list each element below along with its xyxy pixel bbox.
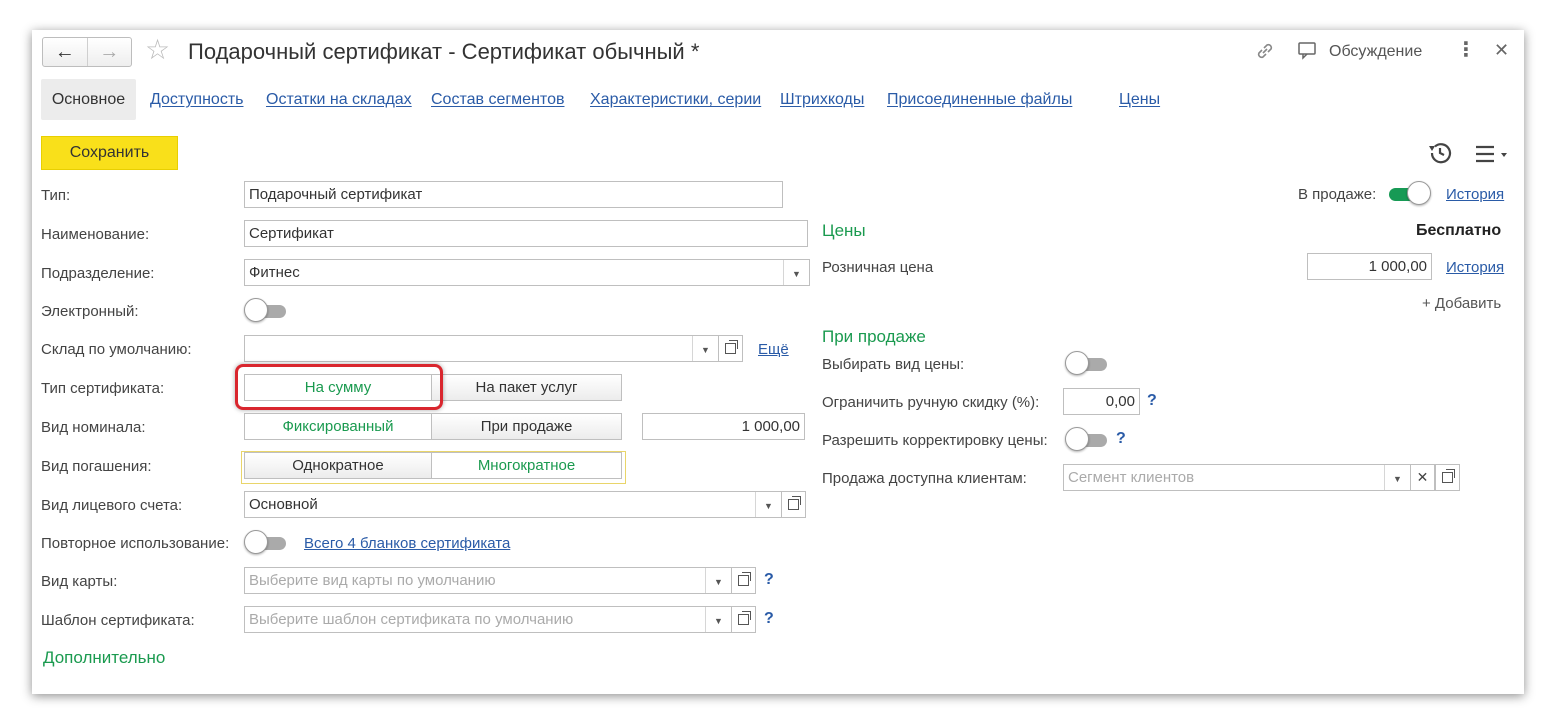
on-sale-history-link[interactable]: История xyxy=(1446,186,1504,203)
forward-arrow-icon[interactable]: → xyxy=(88,38,132,66)
division-label: Подразделение: xyxy=(41,265,155,282)
choose-price-label: Выбирать вид цены: xyxy=(822,356,965,373)
price-history-link[interactable]: История xyxy=(1446,259,1504,276)
page-title: Подарочный сертификат - Сертификат обычн… xyxy=(188,39,700,64)
toggle-knob xyxy=(244,298,268,322)
card-type-open-icon[interactable] xyxy=(731,567,756,594)
tab-characteristics[interactable]: Характеристики, серии xyxy=(590,91,761,109)
name-field[interactable]: Сертификат xyxy=(244,220,808,247)
template-placeholder: Выберите шаблон сертификата по умолчанию xyxy=(249,611,574,628)
clients-open-icon[interactable] xyxy=(1435,464,1460,491)
card-type-help-icon[interactable]: ? xyxy=(764,571,774,589)
clients-dropdown-icon[interactable]: ▼ xyxy=(1384,465,1410,490)
account-type-field[interactable]: Основной ▼ xyxy=(244,491,782,518)
retail-price-field[interactable]: 1 000,00 xyxy=(1307,253,1432,280)
limit-discount-label: Ограничить ручную скидку (%): xyxy=(822,394,1040,411)
choose-price-toggle[interactable] xyxy=(1065,351,1109,375)
prices-heading: Цены xyxy=(822,221,866,240)
nominal-on-sale-option[interactable]: При продаже xyxy=(431,413,622,440)
additional-section[interactable]: Дополнительно xyxy=(43,648,165,668)
tab-availability[interactable]: Доступность xyxy=(150,91,243,109)
clients-field[interactable]: Сегмент клиентов ▼ xyxy=(1063,464,1411,491)
account-type-label: Вид лицевого счета: xyxy=(41,497,183,514)
card-type-field[interactable]: Выберите вид карты по умолчанию ▼ xyxy=(244,567,732,594)
retail-price-label: Розничная цена xyxy=(822,259,934,276)
account-type-dropdown-icon[interactable]: ▼ xyxy=(755,492,781,517)
account-type-value: Основной xyxy=(249,496,318,513)
tab-prices[interactable]: Цены xyxy=(1119,91,1160,109)
limit-discount-help-icon[interactable]: ? xyxy=(1147,392,1157,410)
more-link[interactable]: Ещё xyxy=(758,341,789,358)
free-label: Бесплатно xyxy=(1416,222,1502,239)
card-type-dropdown-icon[interactable]: ▼ xyxy=(705,568,731,593)
clients-clear-icon[interactable]: ✕ xyxy=(1410,464,1435,491)
toggle-knob xyxy=(244,530,268,554)
card-type-placeholder: Выберите вид карты по умолчанию xyxy=(249,572,496,589)
template-open-icon[interactable] xyxy=(731,606,756,633)
nominal-type-label: Вид номинала: xyxy=(41,419,146,436)
warehouse-field[interactable]: ▼ xyxy=(244,335,719,362)
highlight-frame xyxy=(235,364,443,410)
blanks-link[interactable]: Всего 4 бланков сертификата xyxy=(304,535,510,552)
name-label: Наименование: xyxy=(41,226,150,243)
tab-attached-files[interactable]: Присоединенные файлы xyxy=(887,91,1072,109)
toggle-knob xyxy=(1065,351,1089,375)
toggle-knob xyxy=(1065,427,1089,451)
redemption-single-option[interactable]: Однократное xyxy=(244,452,432,479)
warehouse-label: Склад по умолчанию: xyxy=(41,341,192,358)
redemption-label: Вид погашения: xyxy=(41,458,152,475)
cert-type-package-option[interactable]: На пакет услуг xyxy=(431,374,622,401)
template-field[interactable]: Выберите шаблон сертификата по умолчанию… xyxy=(244,606,732,633)
tab-main[interactable]: Основное xyxy=(41,79,136,120)
navigation-buttons: ← → xyxy=(42,37,132,67)
clients-placeholder: Сегмент клиентов xyxy=(1068,469,1195,486)
menu-icon[interactable] xyxy=(1475,144,1509,164)
on-sale-label: В продаже: xyxy=(1298,186,1377,203)
electronic-toggle[interactable] xyxy=(244,298,288,322)
division-field[interactable]: Фитнес ▼ xyxy=(244,259,810,286)
tab-warehouse-stock[interactable]: Остатки на складах xyxy=(266,91,412,109)
nominal-amount-field[interactable]: 1 000,00 xyxy=(642,413,805,440)
discussion-icon[interactable] xyxy=(1297,41,1319,61)
warehouse-open-icon[interactable] xyxy=(718,335,743,362)
limit-discount-field[interactable]: 0,00 xyxy=(1063,388,1140,415)
back-arrow-icon[interactable]: ← xyxy=(43,38,88,66)
nominal-fixed-option[interactable]: Фиксированный xyxy=(244,413,432,440)
electronic-label: Электронный: xyxy=(41,303,139,320)
discussion-button[interactable]: Обсуждение xyxy=(1329,43,1422,61)
add-price-button[interactable]: + Добавить xyxy=(1422,295,1501,312)
close-icon[interactable]: ✕ xyxy=(1494,41,1509,59)
reuse-label: Повторное использование: xyxy=(41,535,230,552)
tab-barcodes[interactable]: Штрихкоды xyxy=(780,91,864,109)
type-field[interactable]: Подарочный сертификат xyxy=(244,181,783,208)
division-dropdown-icon[interactable]: ▼ xyxy=(783,260,809,285)
type-label: Тип: xyxy=(41,187,71,204)
template-dropdown-icon[interactable]: ▼ xyxy=(705,607,731,632)
link-icon[interactable] xyxy=(1254,40,1276,62)
history-icon[interactable] xyxy=(1426,139,1454,167)
template-help-icon[interactable]: ? xyxy=(764,610,774,628)
redemption-multiple-option[interactable]: Многократное xyxy=(431,452,622,479)
account-type-open-icon[interactable] xyxy=(781,491,806,518)
cert-type-label: Тип сертификата: xyxy=(41,380,165,397)
allow-adjust-label: Разрешить корректировку цены: xyxy=(822,432,1048,449)
division-value: Фитнес xyxy=(249,264,300,281)
favorite-star-icon[interactable]: ☆ xyxy=(145,36,170,64)
warehouse-dropdown-icon[interactable]: ▼ xyxy=(692,336,718,361)
toggle-knob xyxy=(1407,181,1431,205)
more-vertical-icon[interactable]: ⋮ xyxy=(1456,40,1476,60)
allow-adjust-help-icon[interactable]: ? xyxy=(1116,430,1126,448)
form-window: ← → ☆ Подарочный сертификат - Сертификат… xyxy=(32,30,1524,694)
on-sale-heading: При продаже xyxy=(822,327,926,346)
tab-segments[interactable]: Состав сегментов xyxy=(431,91,564,109)
clients-label: Продажа доступна клиентам: xyxy=(822,470,1027,487)
save-button[interactable]: Сохранить xyxy=(41,136,178,170)
reuse-toggle[interactable] xyxy=(244,530,288,554)
on-sale-toggle[interactable] xyxy=(1387,181,1431,205)
template-label: Шаблон сертификата: xyxy=(41,612,195,629)
allow-adjust-toggle[interactable] xyxy=(1065,427,1109,451)
card-type-label: Вид карты: xyxy=(41,573,118,590)
